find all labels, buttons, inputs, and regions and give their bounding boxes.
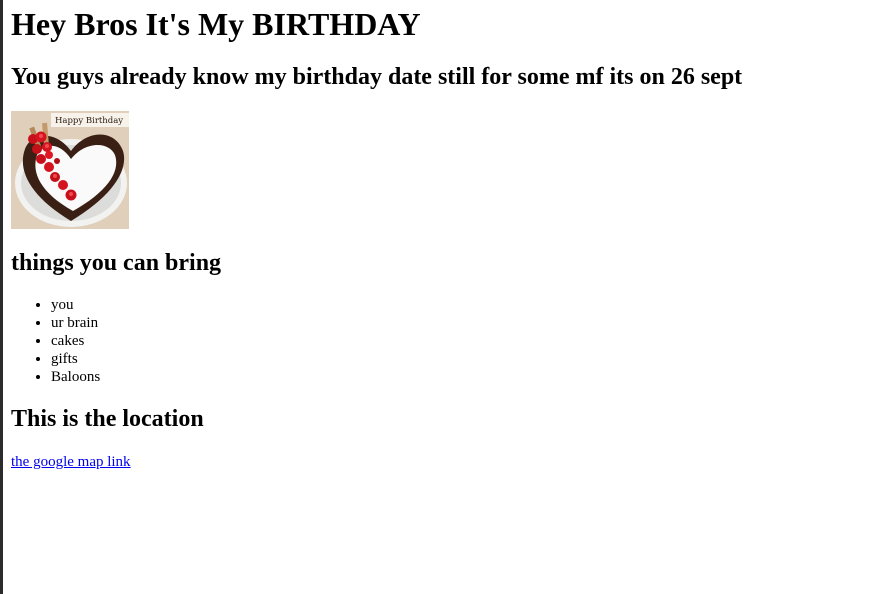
page-title: Hey Bros It's My BIRTHDAY <box>11 6 421 42</box>
list-item: cakes <box>51 332 100 350</box>
things-to-bring-list: you ur brain cakes gifts Baloons <box>11 296 100 386</box>
list-item: ur brain <box>51 314 100 332</box>
list-item: Baloons <box>51 368 100 386</box>
cake-banner-text: Happy Birthday <box>55 116 123 126</box>
heart-cake-icon: Happy Birthday <box>11 111 129 229</box>
google-map-link[interactable]: the google map link <box>11 453 131 471</box>
window-left-border <box>0 0 3 594</box>
birthday-date-heading: You guys already know my birthday date s… <box>11 64 743 90</box>
things-to-bring-heading: things you can bring <box>11 250 222 276</box>
list-item: you <box>51 296 100 314</box>
location-heading: This is the location <box>11 406 204 432</box>
list-item: gifts <box>51 350 100 368</box>
birthday-cake-image: Happy Birthday <box>11 111 129 229</box>
